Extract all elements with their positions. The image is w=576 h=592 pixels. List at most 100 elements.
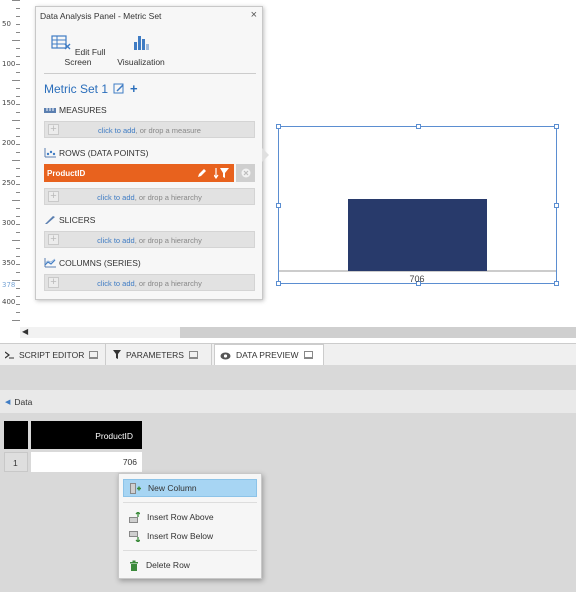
scroll-left-arrow-icon[interactable]: ◀ [22,327,28,336]
field-name: ProductID [47,169,86,178]
ruler-tick [16,184,20,185]
edit-full-screen-icon [51,35,71,50]
ruler-tick [12,240,20,241]
add-metric-set-icon[interactable]: + [130,81,138,96]
ruler-tick [16,296,20,297]
drop-zone-text: click to add, or drop a hierarchy [45,279,254,288]
ruler-tick [16,288,20,289]
columns-section-header: COLUMNS (SERIES) [44,258,141,268]
drop-zone-text: click to add, or drop a hierarchy [45,236,254,245]
knife-icon [45,216,55,224]
column-header-productid[interactable]: ProductID [31,421,142,449]
pencil-icon[interactable] [197,168,207,178]
tab-label: PARAMETERS [126,349,184,360]
table-corner-header[interactable] [4,421,28,449]
ruler-tick [16,256,20,257]
slicers-drop-zone[interactable]: + click to add, or drop a hierarchy [44,231,255,248]
productid-field-pill[interactable]: ProductID [44,164,234,182]
columns-drop-zone[interactable]: + click to add, or drop a hierarchy [44,274,255,291]
menu-item-label: Insert Row Above [147,512,214,522]
metric-set-header: Metric Set 1 + [44,81,138,96]
ruler-tick [16,272,20,273]
drop-zone-text: click to add, or drop a hierarchy [45,193,254,202]
click-to-add-link[interactable]: click to add [97,193,135,202]
ruler-tick [16,304,20,305]
ruler-label: 350 [2,259,16,267]
minimize-icon[interactable] [188,350,198,359]
ruler-tick [16,224,20,225]
panel-pointer-caret [262,148,269,162]
columns-label: COLUMNS (SERIES) [59,258,141,268]
menu-item-label: Insert Row Below [147,531,214,541]
visualization-button[interactable]: Visualization [114,33,168,67]
ruler-tick [12,200,20,201]
rows-drop-zone[interactable]: + click to add, or drop a hierarchy [44,188,255,205]
bar-chart: 706 [279,199,556,283]
close-circle-icon [241,168,251,178]
menu-item-insert-row-below[interactable]: Insert Row Below [123,527,257,545]
tab-parameters[interactable]: PARAMETERS [108,344,212,365]
drop-hint: , or drop a hierarchy [134,236,202,245]
x-tick-label: 706 [409,274,424,283]
tab-data-preview[interactable]: DATA PREVIEW [214,344,324,365]
ruler-tick [16,136,20,137]
scrollbar-thumb[interactable] [180,327,576,338]
vertical-ruler: 50 100 150 200 250 300 350 378 400 [0,0,20,325]
ruler-tick [16,152,20,153]
table-cell[interactable]: 706 [31,452,142,472]
click-to-add-link[interactable]: click to add [97,279,135,288]
back-arrow-icon: ◀ [5,399,11,406]
ruler-label: 100 [2,60,16,68]
measures-drop-zone[interactable]: + click to add, or drop a measure [44,121,255,138]
data-back-link[interactable]: ◀ Data [5,397,32,407]
menu-separator [123,502,257,503]
ruler-tick [12,0,20,1]
insert-row-below-icon [129,530,140,542]
menu-item-delete-row[interactable]: Delete Row [123,556,257,574]
menu-separator [123,550,257,551]
menu-item-new-column[interactable]: New Column [123,479,257,497]
ruler-tick [16,16,20,17]
ruler-tick [16,72,20,73]
row-number[interactable]: 1 [4,452,28,472]
tab-label: SCRIPT EDITOR [19,349,85,360]
ruler-tick [16,264,20,265]
tab-script-editor[interactable]: SCRIPT EDITOR [0,344,106,365]
close-icon[interactable]: × [251,9,257,21]
menu-item-label: Delete Row [146,560,190,570]
ruler-tick [16,64,20,65]
bar-chart-icon [134,36,149,50]
ruler-label: 300 [2,219,16,227]
menu-item-insert-row-above[interactable]: Insert Row Above [123,508,257,526]
ruler-tick [16,24,20,25]
ruler-tick [16,312,20,313]
ruler-measure-icon [44,107,56,113]
ruler-tick [12,80,20,81]
ruler-tick [16,56,20,57]
data-analysis-panel: Data Analysis Panel - Metric Set × Edit … [35,6,263,300]
ruler-tick [16,104,20,105]
edit-full-screen-button[interactable]: Edit Full Screen [48,33,108,67]
ruler-tick [12,320,20,321]
trash-icon [130,560,138,571]
ruler-tick [16,248,20,249]
click-to-add-link[interactable]: click to add [98,126,136,135]
ruler-tick [16,8,20,9]
sort-filter-icon[interactable] [214,167,230,179]
minimize-icon[interactable] [303,351,313,359]
ruler-label: 400 [2,298,16,306]
ruler-tick [12,160,20,161]
panel-title: Data Analysis Panel - Metric Set [40,11,162,21]
chart-bar[interactable] [348,199,487,271]
rows-label: ROWS (DATA POINTS) [59,148,149,158]
remove-field-button[interactable] [236,164,255,182]
filter-icon [113,350,121,359]
data-link-label: Data [14,397,33,407]
ruler-label: 50 [2,20,11,28]
new-column-icon [130,482,141,494]
click-to-add-link[interactable]: click to add [97,236,135,245]
minimize-icon[interactable] [89,350,99,359]
terminal-icon [5,351,14,358]
edit-icon[interactable] [113,83,125,94]
ruler-tick [16,32,20,33]
